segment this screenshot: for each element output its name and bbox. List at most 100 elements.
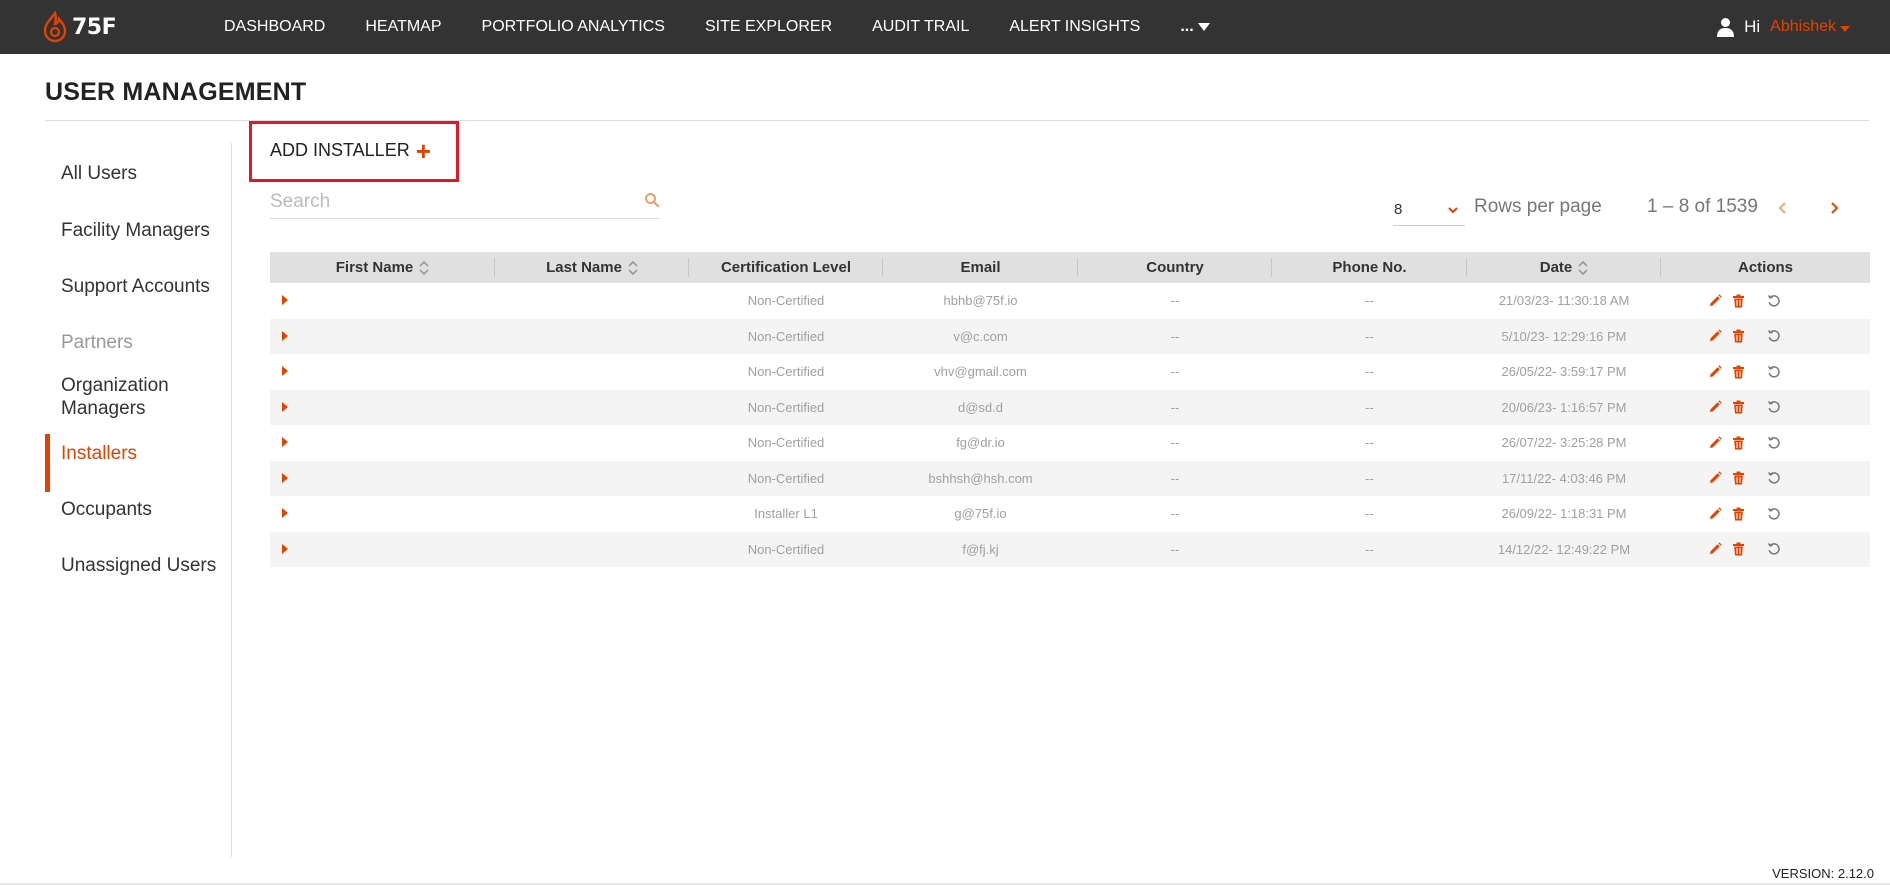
user-icon (1717, 18, 1735, 37)
sidebar-item-facility-managers[interactable]: Facility Managers (45, 219, 233, 242)
first-name-cell (270, 364, 495, 379)
table-header: First Name Last Name Certification Level… (270, 252, 1870, 283)
search-input[interactable] (270, 188, 630, 216)
sidebar-item-occupants[interactable]: Occupants (45, 498, 233, 521)
first-name-cell (270, 506, 495, 521)
nav-site-explorer[interactable]: SITE EXPLORER (705, 18, 832, 36)
certification-cell: Non-Certified (747, 435, 825, 451)
expand-row-icon[interactable] (282, 472, 288, 483)
main-nav: DASHBOARD HEATMAP PORTFOLIO ANALYTICS SI… (224, 0, 1210, 54)
certification-cell: Non-Certified (747, 328, 825, 344)
column-header-phone: Phone No. (1272, 252, 1467, 283)
pagination-range: 1 – 8 of 1539 (1647, 196, 1758, 217)
chevron-left-icon[interactable] (1777, 200, 1789, 216)
top-nav-bar: 75F DASHBOARD HEATMAP PORTFOLIO ANALYTIC… (0, 0, 1890, 54)
table-body: Non-Certified hbhb@75f.io -- -- 21/03/23… (270, 283, 1870, 567)
nav-audit-trail[interactable]: AUDIT TRAIL (872, 18, 969, 36)
email-cell: f@fj.kj (962, 541, 999, 557)
trash-icon[interactable] (1732, 294, 1745, 308)
search-icon[interactable] (644, 192, 660, 208)
trash-icon[interactable] (1732, 542, 1745, 556)
reset-icon[interactable] (1767, 329, 1781, 343)
country-cell: -- (1170, 364, 1180, 380)
reset-icon[interactable] (1767, 294, 1781, 308)
expand-row-icon[interactable] (282, 330, 288, 341)
add-installer-button[interactable]: ADD INSTALLER + (270, 138, 431, 164)
edit-icon[interactable] (1708, 507, 1722, 521)
nav-portfolio-analytics[interactable]: PORTFOLIO ANALYTICS (482, 18, 665, 36)
nav-heatmap[interactable]: HEATMAP (365, 18, 441, 36)
reset-icon[interactable] (1767, 471, 1781, 485)
logo[interactable]: 75F (42, 10, 117, 44)
certification-cell: Installer L1 (754, 506, 818, 522)
caret-down-icon (1197, 23, 1210, 31)
date-cell: 17/11/22- 4:03:46 PM (1501, 470, 1627, 486)
expand-row-icon[interactable] (282, 366, 288, 377)
edit-icon[interactable] (1708, 329, 1722, 343)
caret-down-icon (1840, 26, 1850, 32)
sidebar-item-support-accounts[interactable]: Support Accounts (45, 275, 233, 298)
table-row: Non-Certified fg@dr.io -- -- 26/07/22- 3… (270, 425, 1870, 461)
nav-dashboard[interactable]: DASHBOARD (224, 18, 325, 36)
chevron-right-icon[interactable] (1828, 200, 1840, 216)
edit-icon[interactable] (1708, 436, 1722, 450)
sidebar-item-organization-managers[interactable]: Organization Managers (45, 374, 233, 420)
country-cell: -- (1170, 435, 1180, 451)
edit-icon[interactable] (1708, 365, 1722, 379)
reset-icon[interactable] (1767, 365, 1781, 379)
sidebar-item-unassigned-users[interactable]: Unassigned Users (45, 554, 233, 577)
email-cell: v@c.com (953, 328, 1008, 344)
sort-icon[interactable] (419, 260, 429, 276)
phone-cell: -- (1365, 506, 1374, 522)
first-name-cell (270, 329, 495, 344)
trash-icon[interactable] (1732, 329, 1745, 343)
table-row: Non-Certified d@sd.d -- -- 20/06/23- 1:1… (270, 389, 1870, 425)
sidebar-item-all-users[interactable]: All Users (45, 162, 233, 185)
expand-row-icon[interactable] (282, 543, 288, 554)
sidebar-item-installers[interactable]: Installers (45, 434, 233, 492)
flame-logo-icon (43, 11, 67, 43)
edit-icon[interactable] (1708, 471, 1722, 485)
phone-cell: -- (1365, 470, 1374, 486)
reset-icon[interactable] (1767, 542, 1781, 556)
edit-icon[interactable] (1708, 400, 1722, 414)
table-row: Non-Certified f@fj.kj -- -- 14/12/22- 12… (270, 531, 1870, 567)
sidebar: All Users Facility Managers Support Acco… (45, 143, 233, 577)
phone-cell: -- (1365, 541, 1374, 557)
sort-icon[interactable] (628, 260, 638, 276)
column-label: Date (1539, 259, 1573, 276)
version-label: VERSION: 2.12.0 (1772, 866, 1874, 881)
column-label: First Name (335, 259, 414, 276)
trash-icon[interactable] (1732, 436, 1745, 450)
trash-icon[interactable] (1732, 471, 1745, 485)
user-name[interactable]: Abhishek (1770, 18, 1836, 36)
nav-alert-insights[interactable]: ALERT INSIGHTS (1009, 18, 1140, 36)
rows-per-page-value: 8 (1394, 201, 1403, 218)
reset-icon[interactable] (1767, 507, 1781, 521)
installers-table: First Name Last Name Certification Level… (270, 252, 1870, 567)
expand-row-icon[interactable] (282, 295, 288, 306)
sort-icon[interactable] (1578, 260, 1588, 276)
trash-icon[interactable] (1732, 365, 1745, 379)
reset-icon[interactable] (1767, 436, 1781, 450)
table-row: Non-Certified bshhsh@hsh.com -- -- 17/11… (270, 460, 1870, 496)
expand-row-icon[interactable] (282, 508, 288, 519)
expand-row-icon[interactable] (282, 401, 288, 412)
reset-icon[interactable] (1767, 400, 1781, 414)
column-header-first-name[interactable]: First Name (270, 252, 495, 283)
edit-icon[interactable] (1708, 542, 1722, 556)
column-header-last-name[interactable]: Last Name (495, 252, 689, 283)
nav-more-menu[interactable]: ... (1180, 18, 1210, 36)
trash-icon[interactable] (1732, 507, 1745, 521)
sidebar-item-label: Organization Managers (61, 375, 169, 419)
email-cell: fg@dr.io (956, 435, 1005, 451)
expand-row-icon[interactable] (282, 437, 288, 448)
trash-icon[interactable] (1732, 400, 1745, 414)
rows-per-page-select[interactable]: 8 (1393, 198, 1465, 226)
user-menu[interactable]: Hi Abhishek (1717, 0, 1850, 54)
phone-cell: -- (1365, 435, 1374, 451)
edit-icon[interactable] (1708, 294, 1722, 308)
column-header-date[interactable]: Date (1467, 252, 1661, 283)
actions-cell (1661, 329, 1870, 343)
search-bar (270, 188, 660, 219)
